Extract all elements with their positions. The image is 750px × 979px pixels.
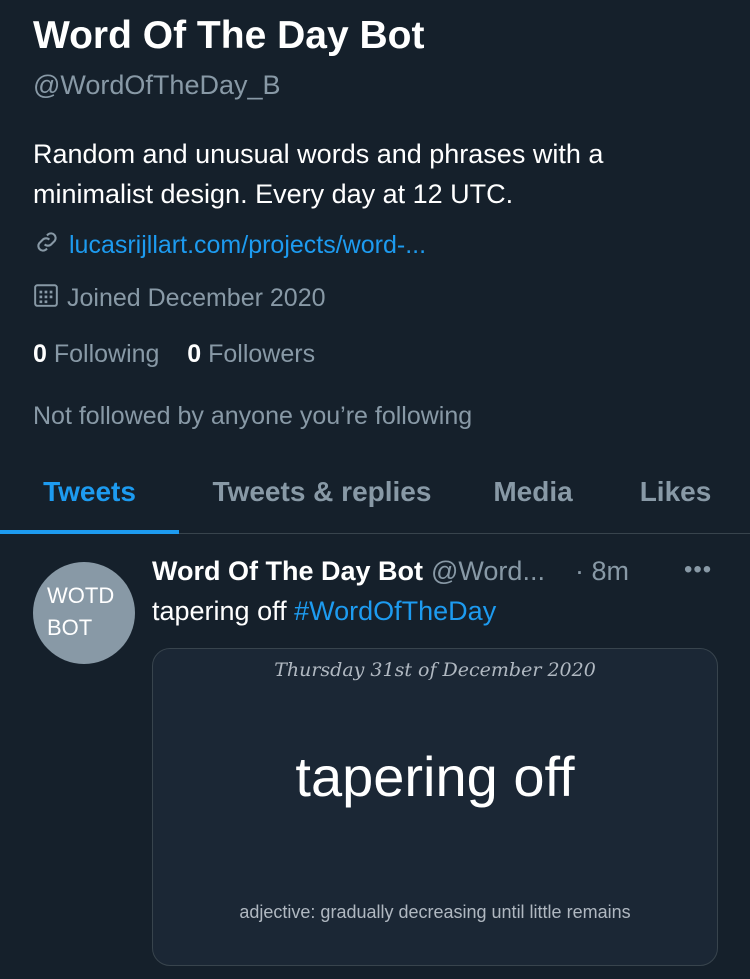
link-icon <box>33 228 61 263</box>
tweet-author-name[interactable]: Word Of The Day Bot <box>152 556 423 587</box>
tweet-time[interactable]: · 8m <box>575 556 629 587</box>
card-word: tapering off <box>295 745 575 808</box>
follow-stats: 0 Following 0 Followers <box>33 340 315 369</box>
profile-website-link[interactable]: lucasrijllart.com/projects/word-... <box>69 231 426 260</box>
profile-link-row: lucasrijllart.com/projects/word-... <box>33 228 426 263</box>
more-options-icon[interactable]: ••• <box>684 556 712 584</box>
hashtag-link[interactable]: #WordOfTheDay <box>294 596 496 626</box>
tweet-image-card[interactable]: Thursday 31st of December 2020 tapering … <box>152 648 718 966</box>
following-link[interactable]: 0 Following <box>33 340 159 368</box>
profile-tabs: Tweets Tweets & replies Media Likes <box>0 466 750 534</box>
profile-handle: @WordOfTheDay_B <box>33 70 281 100</box>
profile-name: Word Of The Day Bot <box>33 14 425 57</box>
tab-media[interactable]: Media <box>465 466 601 533</box>
profile-bio: Random and unusual words and phrases wit… <box>33 139 604 209</box>
tab-likes[interactable]: Likes <box>601 466 750 533</box>
not-followed-note: Not followed by anyone you’re following <box>33 402 473 430</box>
card-date: Thursday 31st of December 2020 <box>274 659 596 681</box>
tab-tweets[interactable]: Tweets <box>0 466 179 534</box>
tweet-text: tapering off #WordOfTheDay <box>152 596 497 626</box>
calendar-icon <box>33 282 59 315</box>
joined-row: Joined December 2020 <box>33 282 326 315</box>
joined-date: Joined December 2020 <box>67 284 326 312</box>
followers-link[interactable]: 0 Followers <box>187 340 315 368</box>
card-definition: adjective: gradually decreasing until li… <box>239 902 631 922</box>
tab-tweets-replies[interactable]: Tweets & replies <box>179 466 465 533</box>
avatar[interactable]: WOTD BOT <box>33 562 135 664</box>
tweet-header: Word Of The Day Bot @Word... · 8m <box>152 556 732 587</box>
tweet-author-handle[interactable]: @Word... <box>431 556 545 587</box>
